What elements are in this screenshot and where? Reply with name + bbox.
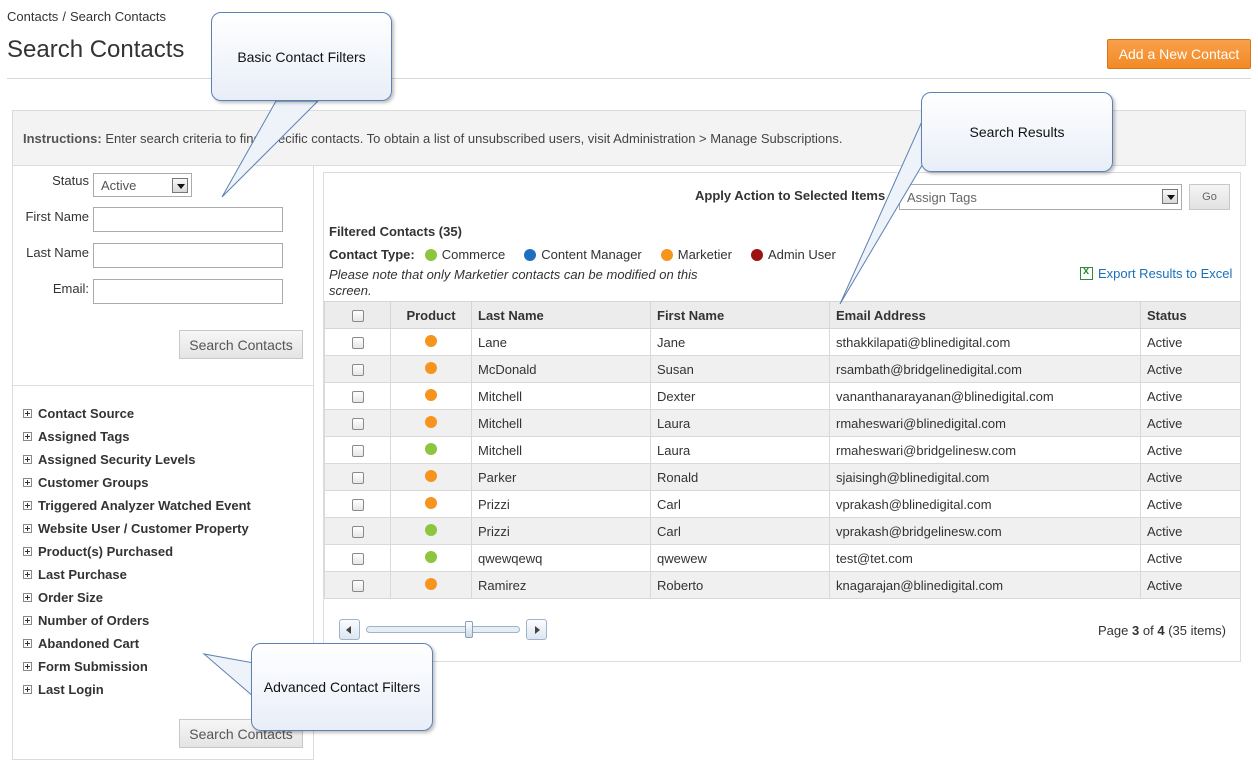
results-callout-text: Search Results	[969, 124, 1065, 140]
basic-callout-text: Basic Contact Filters	[237, 48, 366, 65]
basic-filters-callout: Basic Contact Filters	[211, 12, 392, 101]
advanced-callout-text: Advanced Contact Filters	[263, 679, 421, 695]
basic-callout-pointer	[221, 100, 320, 198]
advanced-callout-pointer	[202, 653, 255, 699]
search-results-callout: Search Results	[921, 92, 1113, 172]
advanced-filters-callout: Advanced Contact Filters	[251, 643, 433, 731]
